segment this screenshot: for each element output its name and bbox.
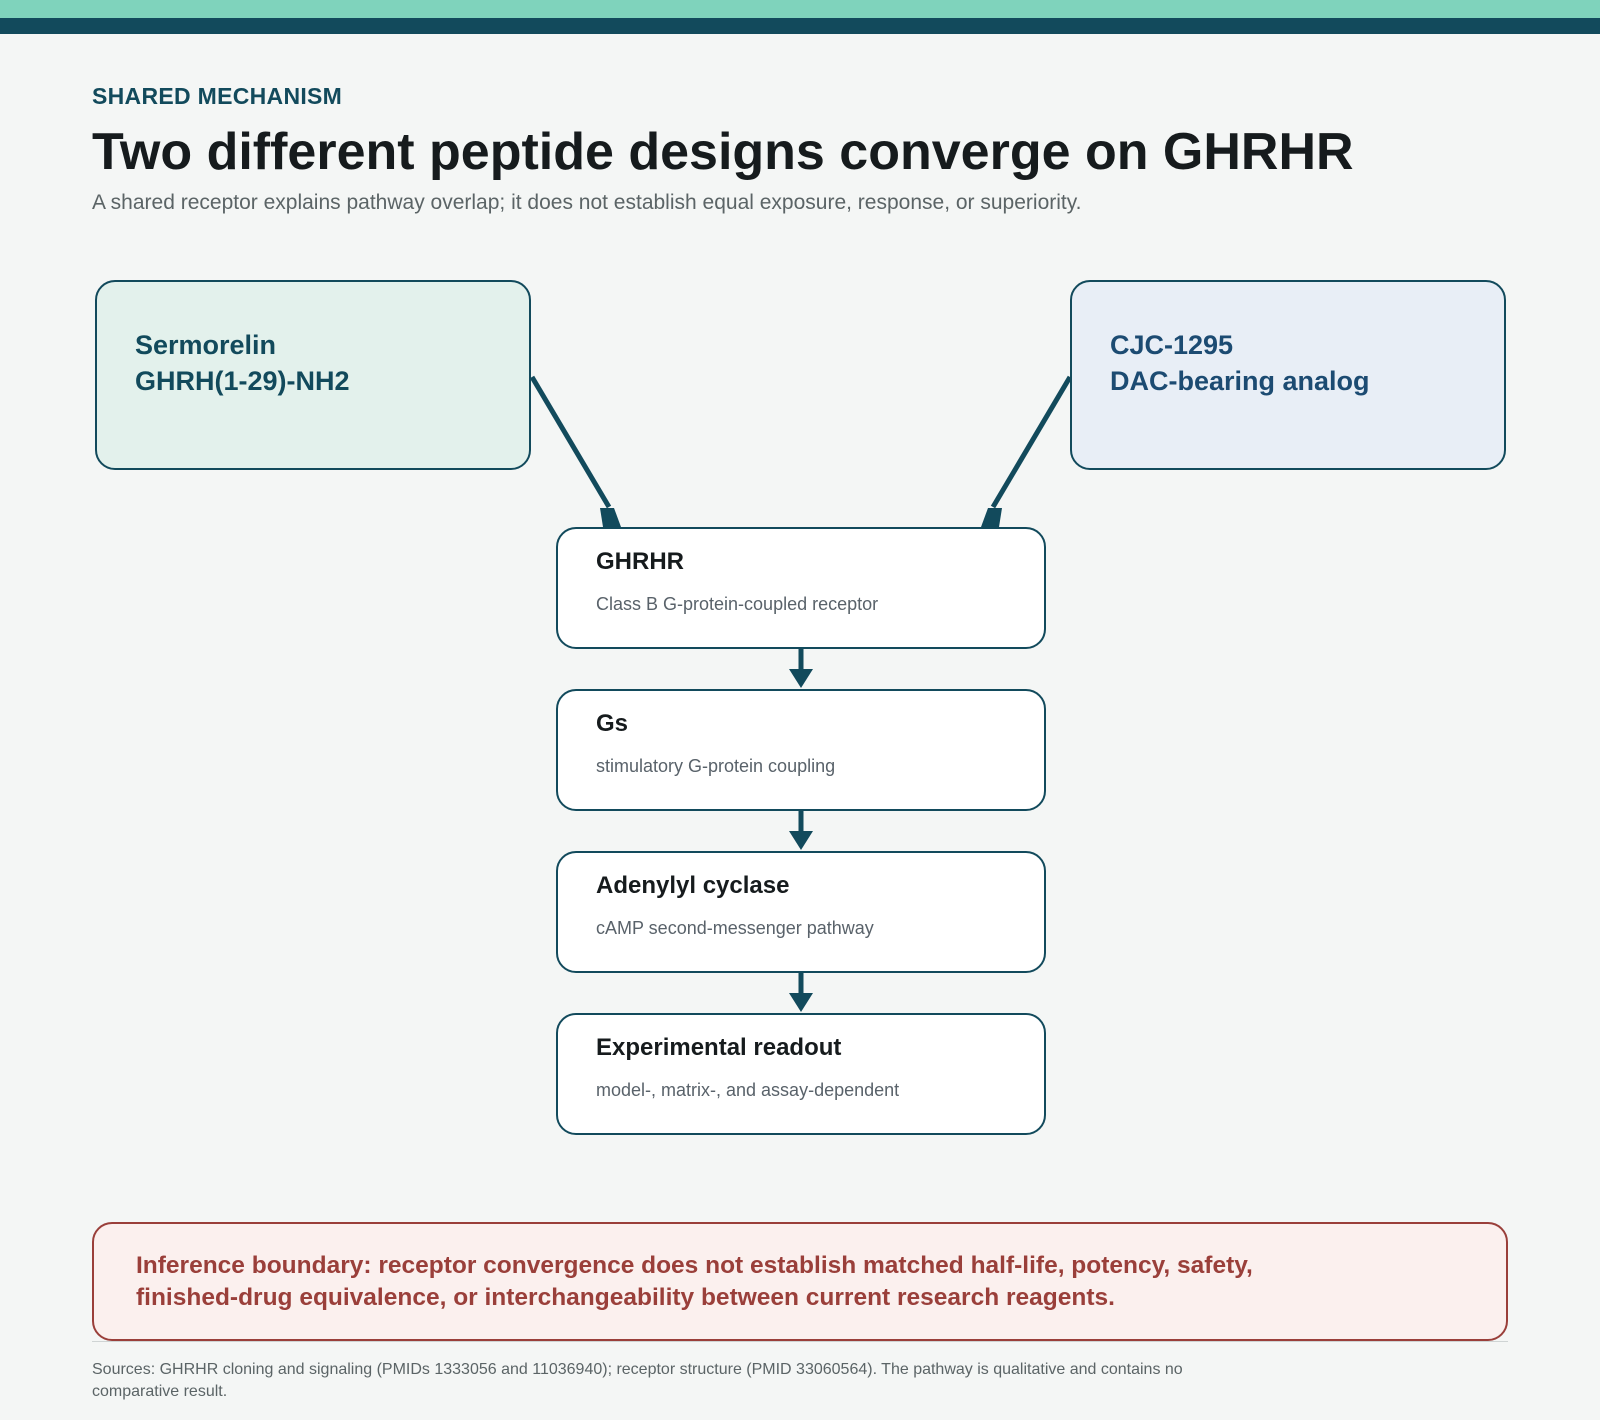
arrow-sermorelin-to-ghrhr	[529, 375, 612, 509]
sources-note: Sources: GHRHR cloning and signaling (PM…	[92, 1361, 1183, 1400]
arrow-cjc-to-ghrhr	[990, 375, 1073, 509]
inference-boundary-text: Inference boundary: receptor convergence…	[136, 1252, 1253, 1311]
arrowhead-ac	[789, 831, 813, 850]
gs-description: stimulatory G-protein coupling	[596, 756, 836, 776]
experimental-readout-node: Experimental readout model-, matrix-, an…	[556, 1013, 1046, 1135]
gs-title: Gs	[596, 710, 629, 737]
arrowhead-gs	[789, 669, 813, 688]
footer-divider	[92, 1341, 1508, 1342]
arrowhead-right	[981, 508, 1002, 527]
experimental-readout-title: Experimental readout	[596, 1034, 842, 1061]
cjc1295-card: CJC-1295 DAC-bearing analog	[1070, 280, 1506, 470]
sermorelin-card: Sermorelin GHRH(1-29)-NH2	[95, 280, 531, 470]
experimental-readout-description: model-, matrix-, and assay-dependent	[596, 1080, 900, 1100]
sermorelin-name: Sermorelin	[135, 330, 277, 360]
adenylyl-cyclase-description: cAMP second-messenger pathway	[596, 918, 874, 938]
sermorelin-sequence: GHRH(1-29)-NH2	[135, 366, 350, 396]
inference-boundary-callout: Inference boundary: receptor convergence…	[92, 1222, 1508, 1341]
gs-node: Gs stimulatory G-protein coupling	[556, 689, 1046, 811]
adenylyl-cyclase-title: Adenylyl cyclase	[596, 872, 790, 899]
cjc1295-name: CJC-1295	[1110, 330, 1234, 360]
ghrhr-title: GHRHR	[596, 548, 684, 575]
adenylyl-cyclase-node: Adenylyl cyclase cAMP second-messenger p…	[556, 851, 1046, 973]
arrowhead-readout	[789, 993, 813, 1012]
ghrhr-description: Class B G-protein-coupled receptor	[596, 594, 879, 614]
arrowhead-left	[600, 508, 621, 527]
ghrhr-node: GHRHR Class B G-protein-coupled receptor	[556, 527, 1046, 649]
cjc1295-description: DAC-bearing analog	[1110, 366, 1370, 396]
